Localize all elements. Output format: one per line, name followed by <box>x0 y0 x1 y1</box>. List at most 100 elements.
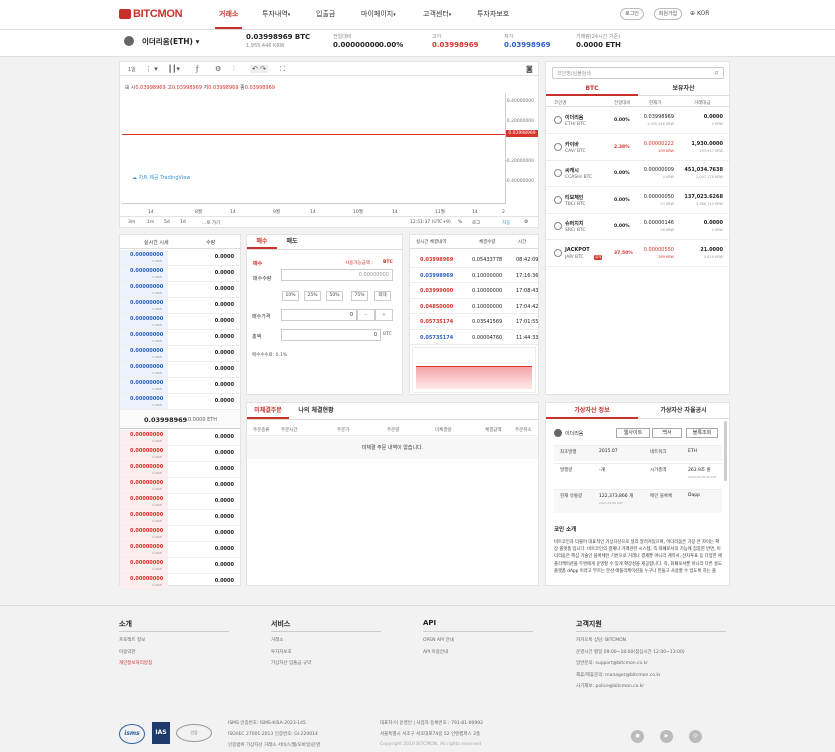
bid-row[interactable]: 0.00000000 0 KRW 0.0000 <box>120 574 240 590</box>
bid-row[interactable]: 0.00000000 0 KRW 0.0000 <box>120 446 240 462</box>
bid-row[interactable]: 0.00000000 0 KRW 0.0000 <box>120 542 240 558</box>
tab-asset-info[interactable]: 가상자산 정보 <box>546 403 638 419</box>
kakao-icon[interactable]: ● <box>631 730 644 743</box>
tab-asset-disclosure[interactable]: 가상자산 자율공시 <box>638 403 729 419</box>
footer-link[interactable]: 이용약관 <box>119 649 136 655</box>
footer-link[interactable]: 운영시간 평일 09:00~18:00(점심시간 12:00~13:00) <box>576 649 685 655</box>
footer-link[interactable]: 카카오톡 상담: BITCMON <box>576 637 626 643</box>
price-plus-button[interactable]: + <box>375 309 393 321</box>
footer-link[interactable]: OPEN API 안내 <box>423 637 454 643</box>
ask-row[interactable]: 0.00000000 0 KRW 0.0000 <box>120 330 240 346</box>
range-button[interactable]: 1m <box>147 220 154 225</box>
order-price-krw: 0 KRW <box>152 403 162 407</box>
buy-price-input[interactable]: 0 <box>281 309 357 321</box>
footer-link[interactable]: 사기제보: police@bitcmon.co.kr <box>576 683 644 689</box>
market-row[interactable]: 티보체인 TBC/ BTC 0.00% 0.00000050 24 KRW 137,023… <box>546 188 729 214</box>
explorer-button[interactable]: 블록조회 <box>686 428 718 438</box>
bid-row[interactable]: 0.00000000 0 KRW 0.0000 <box>120 478 240 494</box>
footer-link[interactable]: 거래소 <box>271 637 283 643</box>
range-button[interactable]: ...로 가기 <box>202 220 220 226</box>
percent-button[interactable]: 25% <box>304 291 321 301</box>
footer-link[interactable]: 프로젝트 정보 <box>119 637 145 643</box>
footer-link[interactable]: API 이용안내 <box>423 649 448 655</box>
ask-row[interactable]: 0.00000000 0 KRW 0.0000 <box>120 378 240 394</box>
total-input[interactable]: 0 <box>281 329 381 341</box>
footer-link[interactable]: 제휴/제휴문의: manager@bitcmon.co.kr <box>576 672 661 678</box>
ask-row[interactable]: 0.00000000 0 KRW 0.0000 <box>120 346 240 362</box>
percent-toggle[interactable]: % <box>458 220 462 225</box>
nav-item-2[interactable]: 입출금 <box>316 9 335 19</box>
undo-redo-icon[interactable]: ↶ ↷ <box>250 65 268 73</box>
instagram-icon[interactable]: ◎ <box>689 730 702 743</box>
ask-row[interactable]: 0.00000000 0 KRW 0.0000 <box>120 394 240 410</box>
ask-row[interactable]: 0.00000000 0 KRW 0.0000 <box>120 362 240 378</box>
market-row[interactable]: 이더리움 ETH/ BTC 0.00% 0.03998969 1,955,446 KRW… <box>546 108 729 134</box>
ask-row[interactable]: 0.00000000 0 KRW 0.0000 <box>120 282 240 298</box>
market-row[interactable]: JACKPOT 유의 JAP/ BTC 37.50% 0.00000550 269 KRW… <box>546 241 729 267</box>
tab-btc[interactable]: BTC <box>546 82 638 96</box>
nav-item-4[interactable]: 고객센터▾ <box>423 9 451 19</box>
nav-item-1[interactable]: 투자내역▾ <box>262 9 290 19</box>
signup-button[interactable]: 회원가입 <box>654 8 682 20</box>
indicator-icon[interactable]: ƒ <box>196 65 198 73</box>
market-row[interactable]: 씨캐시 CCASH/ BTC 0.00% 0.00000009 4 KRW 451,034… <box>546 161 729 187</box>
percent-button[interactable]: 75% <box>351 291 368 301</box>
camera-icon[interactable]: ◙ <box>526 65 533 73</box>
footer-link[interactable]: 투자자보호 <box>271 649 292 655</box>
ask-row[interactable]: 0.00000000 0 KRW 0.0000 <box>120 266 240 282</box>
coin-price: 0.00000050 <box>643 193 674 200</box>
tab-open-orders[interactable]: 미체결주문 <box>247 403 289 419</box>
tab-buy[interactable]: 매수 <box>247 235 277 249</box>
bid-row[interactable]: 0.00000000 0 KRW 0.0000 <box>120 526 240 542</box>
order-price-krw: 0 KRW <box>152 551 162 555</box>
range-button[interactable]: 5d <box>164 220 170 225</box>
logo[interactable]: BITCMON <box>119 8 183 20</box>
bid-row[interactable]: 0.00000000 0 KRW 0.0000 <box>120 430 240 446</box>
website-button[interactable]: 웹사이트 <box>616 428 650 438</box>
log-toggle[interactable]: 로그 <box>472 220 480 226</box>
footer-link[interactable]: 개인정보처리방침 <box>119 660 152 666</box>
range-button[interactable]: 3m <box>128 220 135 225</box>
buy-quantity-input[interactable]: 0.00000000 <box>281 269 393 281</box>
ask-row[interactable]: 0.00000000 0 KRW 0.0000 <box>120 314 240 330</box>
auto-toggle[interactable]: 자동 <box>502 220 510 226</box>
percent-button[interactable]: 최대 <box>374 291 391 301</box>
ask-row[interactable]: 0.00000000 0 KRW 0.0000 <box>120 250 240 266</box>
chart-settings-icon[interactable]: ⚙ <box>524 219 528 225</box>
info-scrollbar[interactable] <box>724 421 727 481</box>
bid-row[interactable]: 0.00000000 0 KRW 0.0000 <box>120 462 240 478</box>
whitepaper-button[interactable]: 백서 <box>652 428 682 438</box>
ask-row[interactable]: 0.00000000 0 KRW 0.0000 <box>120 298 240 314</box>
coin-selector[interactable]: 이더리움(ETH) ▾ <box>142 36 199 47</box>
tab-holdings[interactable]: 보유자산 <box>638 82 729 96</box>
price-minus-button[interactable]: − <box>357 309 375 321</box>
footer-link[interactable]: 가상자산 입출금 규약 <box>271 660 311 666</box>
nav-item-5[interactable]: 투자자보호 <box>477 9 509 19</box>
range-button[interactable]: 1d <box>180 220 186 225</box>
price-chart[interactable]: 1일 ⋮ ▾ ┃┃▾ ƒ ⚙ ⫶ ↶ ↷ ⛶ ◙ ⊞ 시0.03998969 고… <box>119 61 539 228</box>
fullscreen-icon[interactable]: ⛶ <box>280 65 285 74</box>
compare-icon[interactable]: ⫶ <box>233 65 235 74</box>
login-button[interactable]: 로그인 <box>620 8 644 20</box>
coin-symbol: TBC/ BTC <box>565 201 586 207</box>
market-row[interactable]: 카이바 CAV/ BTC 2.38% 0.00000222 109 KRW 1,930.0… <box>546 135 729 161</box>
bid-row[interactable]: 0.00000000 0 KRW 0.0000 <box>120 558 240 574</box>
language-selector[interactable]: ⊕ KOR <box>690 10 709 17</box>
market-row[interactable]: 슈퍼치치 SRC/ BTC 0.00% 0.00000146 56 KRW 0.0000 0… <box>546 214 729 240</box>
more-icon[interactable]: ⋮ ▾ <box>145 65 158 73</box>
coin-search-input[interactable]: 코인명/심볼검색 ⌕ <box>552 67 724 79</box>
interval-selector[interactable]: 1일 <box>128 66 136 73</box>
tab-sell[interactable]: 매도 <box>277 235 307 249</box>
bid-row[interactable]: 0.00000000 0 KRW 0.0000 <box>120 510 240 526</box>
nav-item-3[interactable]: 마이페이지▾ <box>361 9 396 19</box>
footer-link[interactable]: 일반문의: support@bitcmon.co.kr <box>576 660 648 666</box>
collapse-icon[interactable]: ⊞ <box>125 85 129 91</box>
youtube-icon[interactable]: ▶ <box>660 730 673 743</box>
nav-item-0[interactable]: 거래소 <box>214 9 243 29</box>
bid-row[interactable]: 0.00000000 0 KRW 0.0000 <box>120 494 240 510</box>
settings-icon[interactable]: ⚙ <box>215 65 221 73</box>
tab-my-fills[interactable]: 나의 체결현황 <box>291 403 341 419</box>
candle-type-icon[interactable]: ┃┃▾ <box>168 65 180 73</box>
percent-button[interactable]: 50% <box>326 291 343 301</box>
percent-button[interactable]: 10% <box>282 291 299 301</box>
